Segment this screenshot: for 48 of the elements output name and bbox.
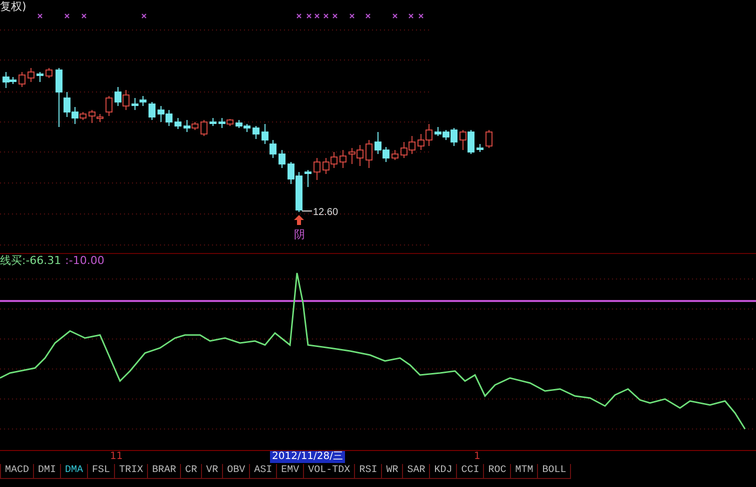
indicator-tab[interactable]: DMA [60,464,88,479]
indicator-tab[interactable]: MTM [510,464,538,479]
candlestick [36,72,44,82]
selected-date-label: 2012/11/28/三 [270,451,346,463]
indicator-tab[interactable]: VR [201,464,224,479]
indicator-tab[interactable]: ROC [483,464,512,479]
up-arrow-icon [294,215,304,225]
candlestick [148,102,156,120]
indicator-tab[interactable]: DMI [33,464,62,479]
candlestick [46,68,52,78]
candlestick [106,96,112,116]
indicator-tab[interactable]: CCI [456,464,484,479]
threshold-value: :-10.00 [65,253,104,270]
candlestick [200,120,208,136]
indicator-tab[interactable]: BOLL [537,464,572,479]
signal-label: 阴 [294,228,305,241]
indicator-tab[interactable]: EMV [276,464,304,479]
indicator-tab[interactable]: ASI [249,464,278,479]
indicator-tab[interactable]: FSL [87,464,116,479]
candlestick [28,68,34,82]
chart-title: 复权) [0,0,26,14]
candlestick [174,118,182,130]
indicator-tab[interactable]: BRAR [147,464,182,479]
indicator-tab[interactable]: CR [180,464,202,479]
indicator-tab[interactable]: VOL-TDX [303,464,356,479]
indicator-tab[interactable]: KDJ [429,464,458,479]
candlestick [18,72,26,88]
indicator-value: 线买:-66.31 [0,253,62,270]
candlestick [210,118,216,126]
low-price-label: 12.60 [313,207,338,218]
candlestick [486,130,492,148]
indicator-tab[interactable]: SAR [402,464,430,479]
axis-label: 11 [109,451,124,463]
candlestick [340,150,346,168]
indicator-tab[interactable]: RSI [354,464,382,479]
leader-line [302,210,312,212]
candlestick [392,150,398,160]
candlestick [314,158,320,180]
candlestick [278,150,286,168]
indicator-tab[interactable]: OBV [222,464,250,479]
indicator-tab[interactable]: MACD [0,464,34,479]
indicator-tab[interactable]: TRIX [114,464,148,479]
candlestick [366,140,372,168]
axis-label: 1 [473,451,482,463]
candlestick [476,144,484,152]
indicator-tab[interactable]: WR [381,464,404,479]
candlestick [252,126,260,140]
candlestick [304,170,312,188]
